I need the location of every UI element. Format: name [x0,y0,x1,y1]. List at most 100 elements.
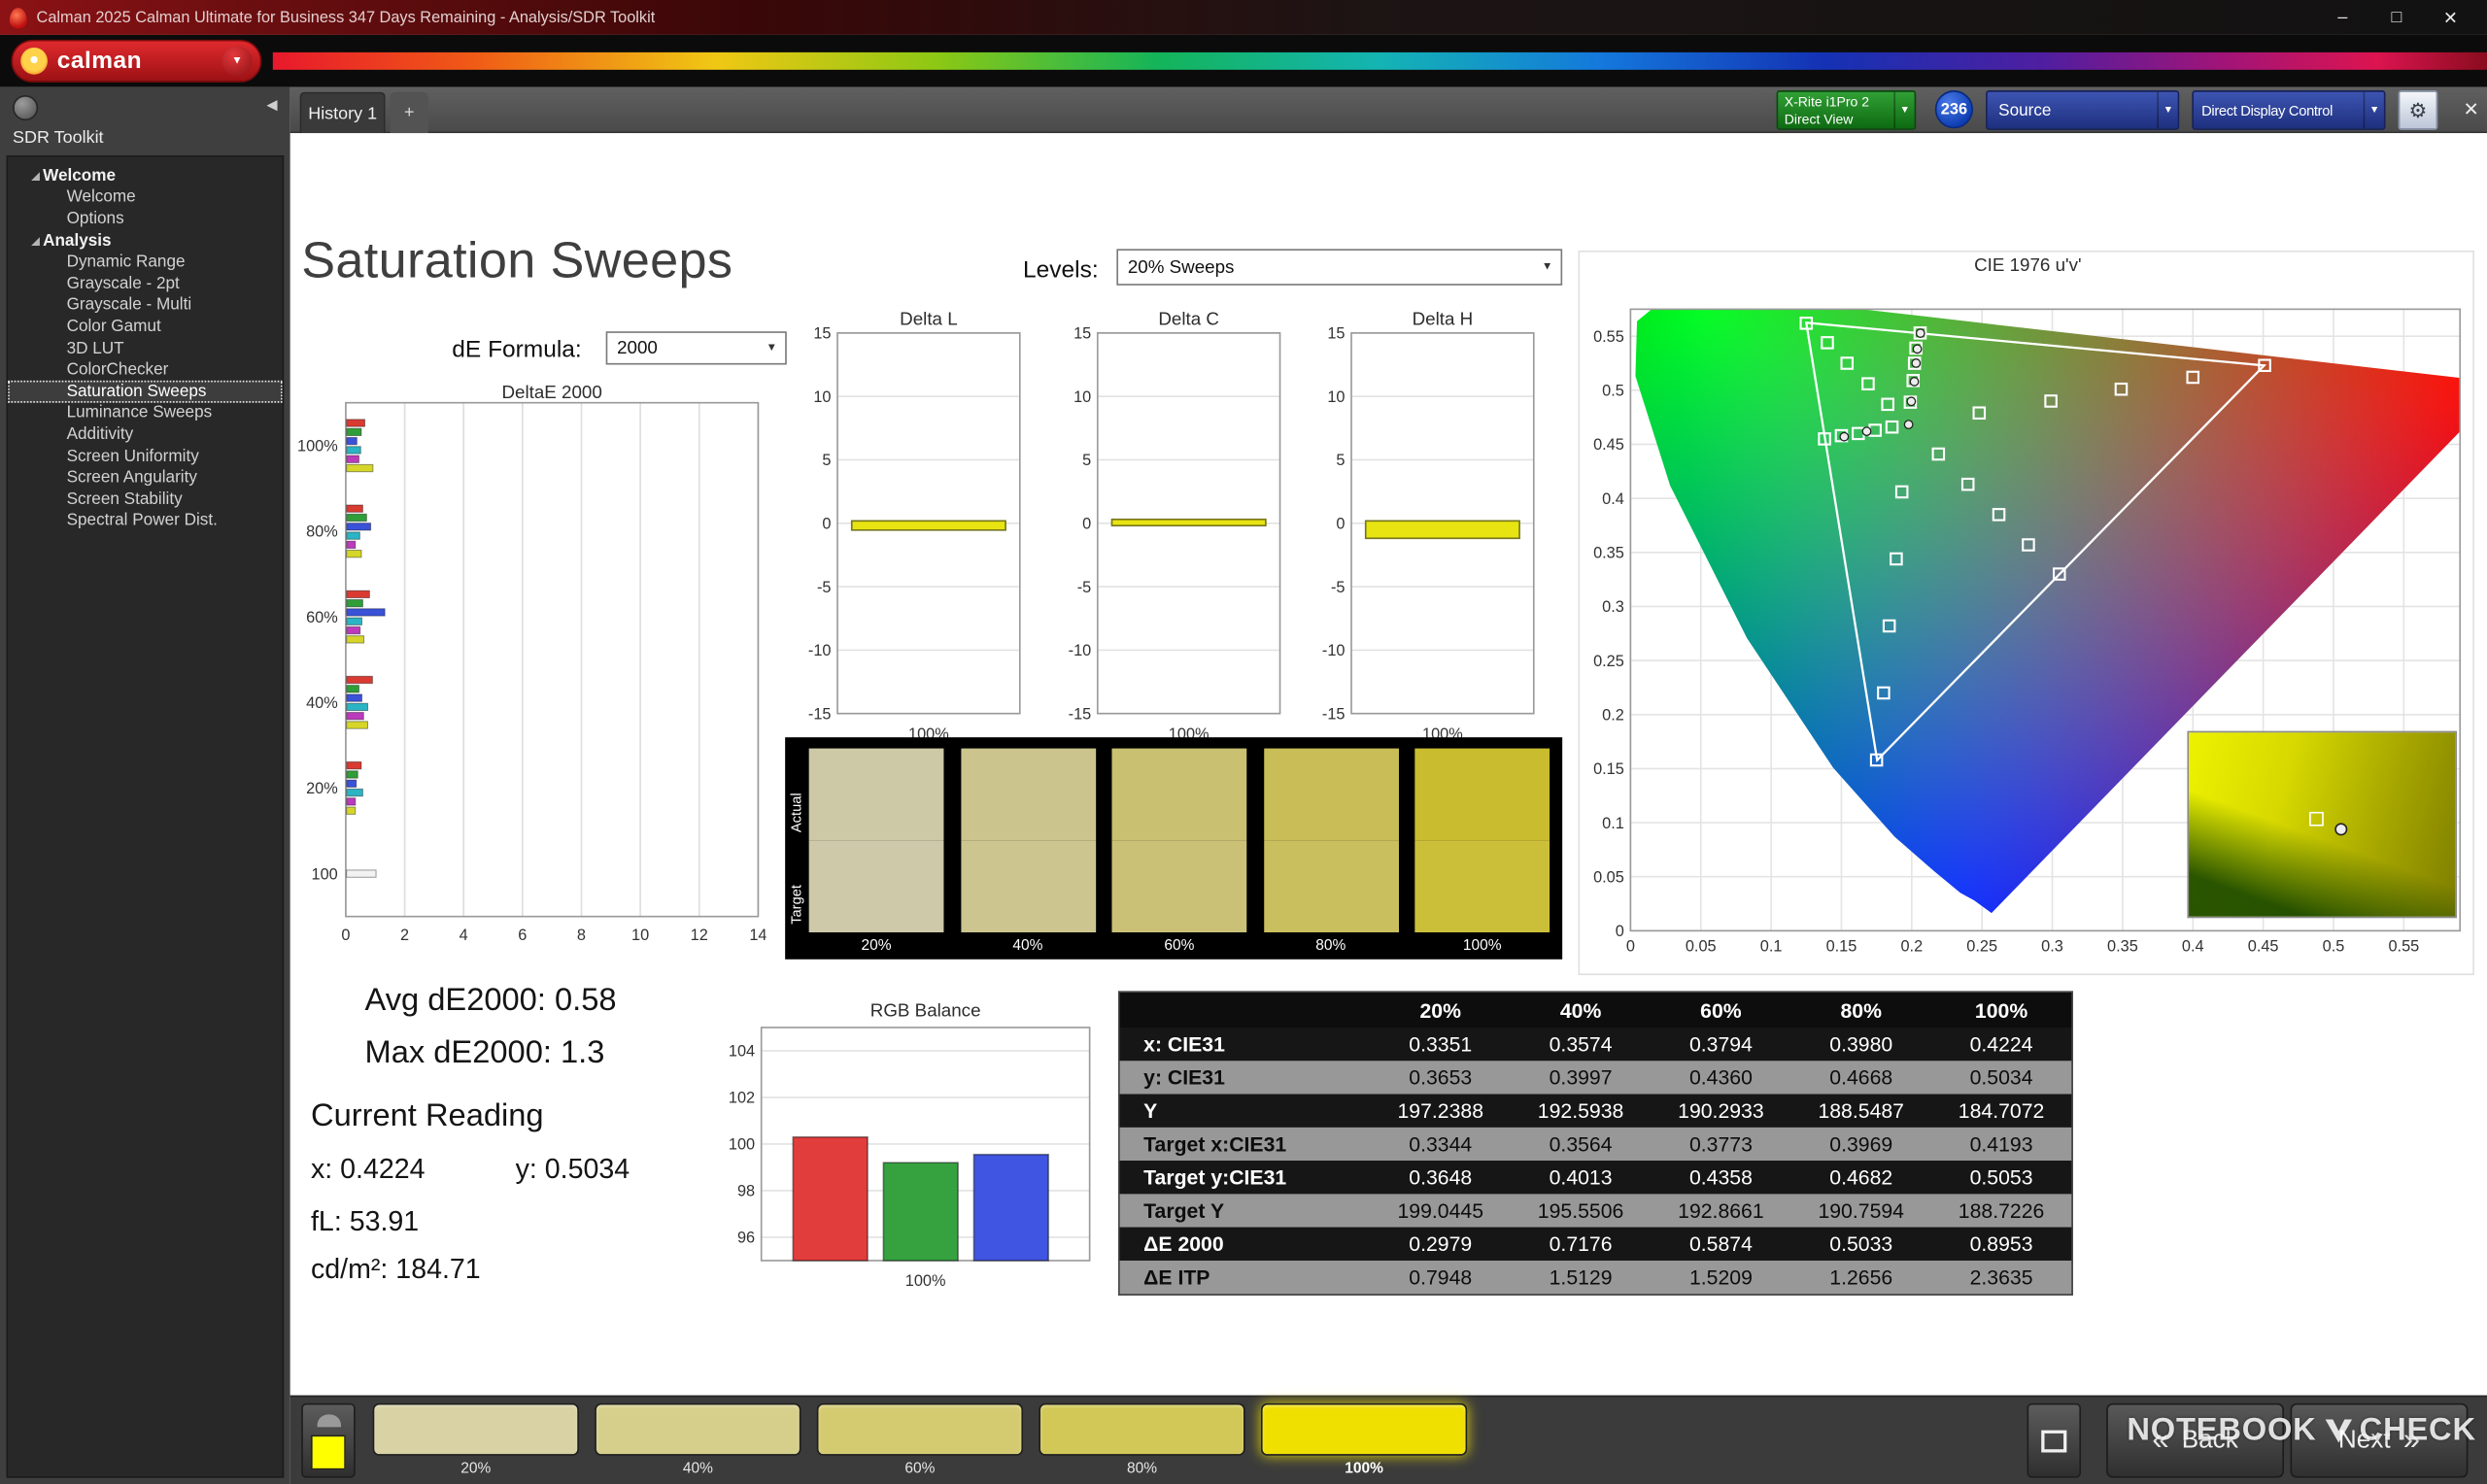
svg-text:0.5: 0.5 [2323,938,2345,956]
bottom-bar: 20%40%60%80%100% « Back Next » NOTEBOOK … [290,1396,2487,1484]
svg-text:0: 0 [1082,515,1091,532]
table-cell: 192.8661 [1651,1198,1790,1222]
settings-button[interactable]: ⚙ [2399,90,2438,130]
svg-text:-15: -15 [808,705,832,723]
table-cell: 190.2933 [1651,1098,1790,1122]
sidebar-item-label: Analysis [43,231,112,251]
current-reading-heading: Current Reading [311,1098,544,1135]
sidebar-item-colorchecker[interactable]: ColorChecker [8,359,282,381]
svg-text:0.25: 0.25 [1966,938,1997,956]
level-patch-20[interactable]: 20% [373,1403,579,1478]
meter-select[interactable]: X-Rite i1Pro 2 Direct View ▼ [1777,90,1917,130]
sidebar-item-label: Welcome [43,166,116,186]
tab-history-1[interactable]: History 1 [300,92,386,133]
window-title: Calman 2025 Calman Ultimate for Business… [37,9,656,26]
add-tab-button[interactable]: + [391,92,428,133]
patch-preview-button[interactable] [301,1403,356,1478]
sidebar-item-options[interactable]: Options [8,208,282,229]
reading-y: y: 0.5034 [516,1153,630,1186]
table-header-cell: 20% [1371,998,1511,1022]
level-patch-100[interactable]: 100% [1261,1403,1467,1478]
patch-label: 40% [595,1461,801,1478]
sidebar-item-welcome[interactable]: Welcome [8,186,282,208]
swatch-label: 100% [1414,937,1550,955]
table-cell: 0.3653 [1371,1065,1511,1089]
sidebar-item-spectral-power-dist[interactable]: Spectral Power Dist. [8,510,282,531]
level-patch-80[interactable]: 80% [1039,1403,1244,1478]
sidebar-item-screen-uniformity[interactable]: Screen Uniformity [8,445,282,466]
de-formula-label: dE Formula: [452,336,581,363]
brand-rainbow-strip [273,52,2487,70]
sidebar-item-luminance-sweeps[interactable]: Luminance Sweeps [8,402,282,423]
table-cell: 0.4358 [1651,1165,1790,1189]
source-label: Source [1988,101,2158,120]
sidebar-item-analysis[interactable]: ◢Analysis [8,229,282,251]
target-row-label: Target [788,852,807,925]
table-cell: 0.4668 [1791,1065,1931,1089]
svg-text:0.55: 0.55 [2388,938,2419,956]
close-button[interactable]: ✕ [2424,7,2478,27]
sidebar-item-screen-angularity[interactable]: Screen Angularity [8,467,282,489]
back-button[interactable]: « Back [2106,1403,2284,1478]
plus-icon: + [404,103,415,122]
actual-swatch-80 [1263,749,1398,841]
svg-text:2: 2 [400,927,409,944]
table-cell: 0.3969 [1791,1132,1931,1156]
sidebar-item-screen-stability[interactable]: Screen Stability [8,489,282,510]
table-cell: 0.8953 [1931,1232,2071,1256]
svg-text:0.5: 0.5 [1602,383,1624,400]
table-row-target-x-cie31: Target x:CIE310.33440.35640.37730.39690.… [1120,1128,2072,1161]
avg-de2000: Avg dE2000: 0.58 [365,983,617,1020]
de-formula-select[interactable]: 2000 ▼ [606,331,787,364]
maximize-button[interactable]: □ [2369,7,2424,27]
table-cell: 0.3344 [1371,1132,1511,1156]
target-swatch-20 [809,840,944,932]
svg-text:-10: -10 [1069,642,1092,659]
sidebar-item-additivity[interactable]: Additivity [8,423,282,445]
table-cell: 0.3997 [1511,1065,1651,1089]
fullscreen-patch-button[interactable] [2027,1403,2082,1478]
back-label: Back [2182,1427,2238,1455]
calman-logo-button[interactable]: calman ▼ [11,40,261,83]
tree-expand-icon: ◢ [25,234,43,247]
svg-text:100%: 100% [297,437,338,455]
sidebar-item-welcome[interactable]: ◢Welcome [8,165,282,186]
tab-label: History 1 [308,104,377,123]
table-cell: 195.5506 [1511,1198,1651,1222]
page-title: Saturation Sweeps [301,231,732,289]
sidebar-item-3d-lut[interactable]: 3D LUT [8,337,282,358]
minimize-button[interactable]: – [2316,7,2370,27]
sidebar-item-saturation-sweeps[interactable]: Saturation Sweeps [8,381,282,402]
svg-text:0: 0 [341,927,350,944]
logo-menu-chevron-icon[interactable]: ▼ [222,46,253,76]
table-row-e-2000: ΔE 20000.29790.71760.58740.50330.8953 [1120,1228,2072,1261]
svg-text:80%: 80% [306,523,338,541]
level-patch-40[interactable]: 40% [595,1403,801,1478]
source-select[interactable]: Source ▼ [1986,90,2179,130]
level-patch-60[interactable]: 60% [817,1403,1023,1478]
svg-text:10: 10 [1327,388,1345,406]
svg-text:-5: -5 [1331,579,1346,596]
table-cell: 0.3773 [1651,1132,1790,1156]
sidebar-item-grayscale-multi[interactable]: Grayscale - Multi [8,294,282,316]
table-row-label: x: CIE31 [1120,1032,1371,1056]
workflow-close-button[interactable]: ✕ [2457,95,2485,123]
swatch-label: 40% [961,937,1096,955]
sidebar-item-dynamic-range[interactable]: Dynamic Range [8,252,282,273]
table-header-cell: 100% [1931,998,2071,1022]
svg-text:15: 15 [813,325,831,343]
display-control-select[interactable]: Direct Display Control ▼ [2192,90,2385,130]
collapse-sidebar-icon[interactable]: ◀ [266,97,277,115]
svg-text:4: 4 [460,927,468,944]
home-button[interactable] [13,95,38,120]
svg-text:0.4: 0.4 [1602,490,1624,508]
table-cell: 0.3564 [1511,1132,1651,1156]
sidebar-item-color-gamut[interactable]: Color Gamut [8,316,282,337]
levels-select[interactable]: 20% Sweeps ▼ [1116,249,1562,286]
patch-label: 80% [1039,1461,1244,1478]
next-button[interactable]: Next » [2291,1403,2469,1478]
sidebar-item-grayscale-2pt[interactable]: Grayscale - 2pt [8,273,282,294]
titlebar: Calman 2025 Calman Ultimate for Business… [0,0,2487,35]
table-row-label: ΔE ITP [1120,1265,1371,1289]
rgb-balance-chart: 1041021009896100% [720,1020,1116,1307]
